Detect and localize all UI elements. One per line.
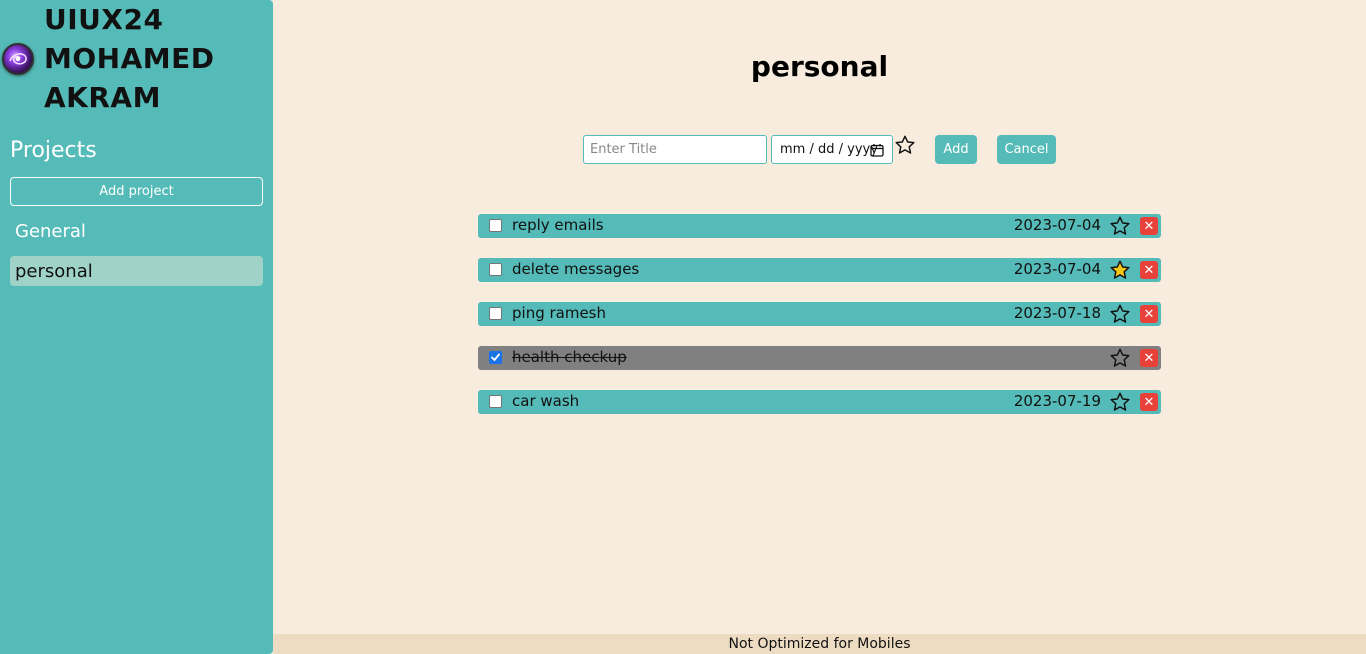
- close-icon: ✕: [1143, 306, 1155, 322]
- star-icon[interactable]: [1109, 391, 1131, 413]
- sidebar: UIUX24 MOHAMED AKRAM Projects Add projec…: [0, 0, 273, 654]
- task-row: reply emails 2023-07-04 ✕: [478, 214, 1161, 238]
- avatar: [2, 43, 34, 75]
- projects-heading: Projects: [10, 138, 97, 163]
- star-icon[interactable]: [894, 134, 916, 156]
- close-icon: ✕: [1143, 350, 1155, 366]
- close-icon: ✕: [1143, 394, 1155, 410]
- add-task-button[interactable]: Add: [935, 135, 977, 164]
- task-checkbox[interactable]: [489, 395, 502, 408]
- task-title-input[interactable]: [583, 135, 767, 164]
- star-icon[interactable]: [1109, 347, 1131, 369]
- task-title: reply emails: [512, 216, 604, 234]
- add-project-button[interactable]: Add project: [10, 177, 263, 206]
- task-date: 2023-07-18: [1013, 304, 1101, 322]
- task-date: 2023-07-19: [1013, 392, 1101, 410]
- footer-notice: Not Optimized for Mobiles: [273, 634, 1366, 654]
- task-title: ping ramesh: [512, 304, 607, 322]
- delete-task-button[interactable]: ✕: [1140, 261, 1158, 279]
- task-row: car wash 2023-07-19 ✕: [478, 390, 1161, 414]
- galaxy-icon: [9, 53, 27, 65]
- task-date: 2023-07-04: [1013, 216, 1101, 234]
- star-icon[interactable]: [1109, 215, 1131, 237]
- task-row: ping ramesh 2023-07-18 ✕: [478, 302, 1161, 326]
- delete-task-button[interactable]: ✕: [1140, 217, 1158, 235]
- task-row: health checkup ✕: [478, 346, 1161, 370]
- date-placeholder: mm / dd / yyyy: [780, 142, 878, 157]
- sidebar-item-label: personal: [15, 260, 93, 282]
- page-title: personal: [750, 50, 889, 83]
- sidebar-item-personal[interactable]: personal: [10, 256, 263, 286]
- brand-name: UIUX24 MOHAMED AKRAM: [44, 3, 215, 114]
- check-icon: [491, 353, 500, 361]
- task-date: 2023-07-04: [1013, 260, 1101, 278]
- cancel-button[interactable]: Cancel: [997, 135, 1056, 164]
- task-checkbox[interactable]: [489, 263, 502, 276]
- task-date-input[interactable]: mm / dd / yyyy: [771, 135, 893, 164]
- delete-task-button[interactable]: ✕: [1140, 305, 1158, 323]
- close-icon: ✕: [1143, 262, 1155, 278]
- star-icon[interactable]: [1109, 303, 1131, 325]
- sidebar-item-general[interactable]: General: [10, 216, 263, 246]
- task-row: delete messages 2023-07-04 ✕: [478, 258, 1161, 282]
- task-title: health checkup: [512, 348, 627, 366]
- task-checkbox[interactable]: [489, 219, 502, 232]
- delete-task-button[interactable]: ✕: [1140, 393, 1158, 411]
- task-checkbox[interactable]: [489, 351, 502, 364]
- sidebar-item-label: General: [15, 220, 86, 242]
- task-title: delete messages: [512, 260, 640, 278]
- delete-task-button[interactable]: ✕: [1140, 349, 1158, 367]
- task-title: car wash: [512, 392, 580, 410]
- calendar-icon[interactable]: [870, 143, 884, 157]
- task-checkbox[interactable]: [489, 307, 502, 320]
- close-icon: ✕: [1143, 218, 1155, 234]
- star-icon[interactable]: [1109, 259, 1131, 281]
